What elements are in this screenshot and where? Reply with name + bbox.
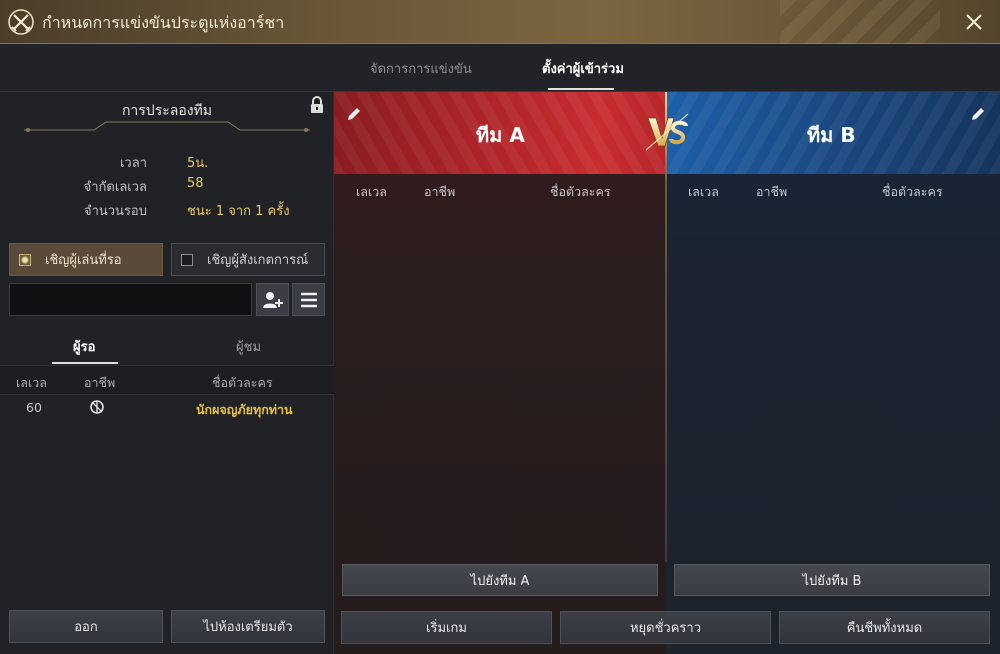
active-tab-indicator <box>548 88 614 90</box>
checkbox-checked-icon <box>19 253 31 266</box>
header-name: ชื่อตัวละคร <box>212 375 273 390</box>
subtab-waiting[interactable]: ผู้รอ <box>73 336 95 357</box>
waiting-list-header: เลเวล อาชีพ ชื่อตัวละคร <box>0 365 334 395</box>
left-panel: การประลองทีม เวลา 5น. จำกัดเลเวล 58 จำนว… <box>0 92 334 654</box>
info-level-limit: จำกัดเลเวล 58 <box>0 176 334 196</box>
pencil-icon[interactable] <box>970 106 986 122</box>
close-icon <box>966 14 982 30</box>
info-rounds: จำนวนรอบ ชนะ 1 จาก 1 ครั้ง <box>0 200 334 220</box>
team-a-name: ทีม A <box>476 123 525 147</box>
team-a-header-name: ชื่อตัวละคร <box>550 184 611 199</box>
start-game-button[interactable]: เริ่มเกม <box>341 611 552 644</box>
tab-bar: จัดการการแข่งขัน ตั้งค่าผู้เข้าร่วม <box>0 44 1000 92</box>
go-to-ready-room-button[interactable]: ไปห้องเตรียมตัว <box>171 610 325 643</box>
lock-icon[interactable] <box>309 96 325 114</box>
rounds-label: จำนวนรอบ <box>83 204 147 219</box>
player-search-input[interactable] <box>9 283 252 316</box>
level-limit-label: จำกัดเลเวล <box>83 180 147 195</box>
go-to-team-a-button[interactable]: ไปยังทีม A <box>342 564 658 596</box>
add-user-button[interactable] <box>256 283 289 316</box>
invite-waiting-players-toggle[interactable]: เชิญผู้เล่นที่รอ <box>9 243 163 276</box>
add-user-icon <box>262 291 283 308</box>
crossed-swords-emblem-icon <box>8 9 34 35</box>
invite-spectator-label: เชิญผู้สังเกตการณ์ <box>207 253 309 268</box>
team-b-header-class: อาชีพ <box>756 184 788 199</box>
close-button[interactable] <box>960 8 988 36</box>
subtab-spectators[interactable]: ผู้ชม <box>236 336 261 357</box>
invite-spectators-toggle[interactable]: เชิญผู้สังเกตการณ์ <box>171 243 325 276</box>
vs-icon <box>645 113 689 151</box>
team-a-header-class: อาชีพ <box>424 184 456 199</box>
class-emblem-icon <box>90 400 104 414</box>
title-bar: กำหนดการแข่งขันประตูแห่งอาร์ชา <box>0 0 1000 44</box>
team-b-header-level: เลเวล <box>688 184 719 199</box>
revive-all-button[interactable]: คืนชีพทั้งหมด <box>779 611 990 644</box>
time-value: 5น. <box>187 156 209 171</box>
active-subtab-indicator <box>52 362 118 364</box>
invite-waiting-label: เชิญผู้เล่นที่รอ <box>45 253 122 268</box>
row-level: 60 <box>26 400 42 415</box>
window-title: กำหนดการแข่งขันประตูแห่งอาร์ชา <box>42 13 285 32</box>
team-divider <box>665 92 667 562</box>
team-b-name: ทีม B <box>807 123 856 147</box>
exit-button[interactable]: ออก <box>9 610 163 643</box>
level-limit-value: 58 <box>187 176 204 191</box>
pencil-icon[interactable] <box>346 106 362 122</box>
row-character-name: นักผจญภัยทุกท่าน <box>196 402 293 417</box>
info-time: เวลา 5น. <box>0 152 334 172</box>
time-label: เวลา <box>119 156 147 171</box>
team-b-panel: ทีม B เลเวล อาชีพ ชื่อตัวละคร ไปยังทีม B <box>666 92 1000 654</box>
rounds-value: ชนะ 1 จาก 1 ครั้ง <box>187 204 290 219</box>
pause-button[interactable]: หยุดชั่วคราว <box>560 611 771 644</box>
tab-manage-match[interactable]: จัดการการแข่งขัน <box>370 58 472 79</box>
title-ornament <box>24 121 310 132</box>
menu-button[interactable] <box>292 283 325 316</box>
checkbox-unchecked-icon <box>181 253 193 266</box>
tab-participant-settings[interactable]: ตั้งค่าผู้เข้าร่วม <box>542 58 624 79</box>
menu-icon <box>300 292 317 307</box>
team-b-header-name: ชื่อตัวละคร <box>882 184 943 199</box>
list-item[interactable]: 60 นักผจญภัยทุกท่าน <box>0 396 334 420</box>
header-level: เลเวล <box>16 375 47 390</box>
title-bar-decoration <box>780 0 940 44</box>
header-class: อาชีพ <box>84 375 116 390</box>
team-a-panel: ทีม A เลเวล อาชีพ ชื่อตัวละคร ไปยังทีม A <box>334 92 666 654</box>
go-to-team-b-button[interactable]: ไปยังทีม B <box>674 564 990 596</box>
team-a-header-level: เลเวล <box>356 184 387 199</box>
